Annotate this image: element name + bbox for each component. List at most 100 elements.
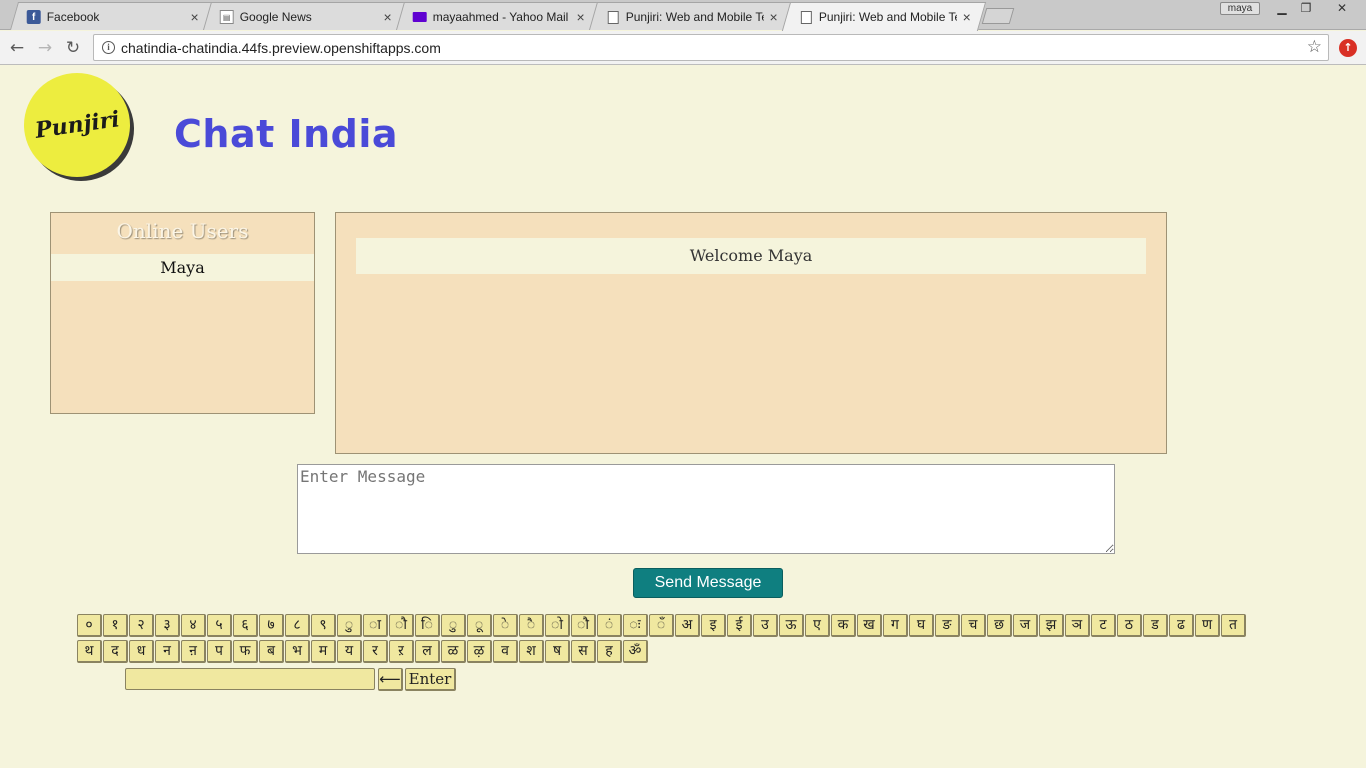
keyboard-key[interactable]: ु xyxy=(337,614,362,637)
extension-icon[interactable]: ↑ xyxy=(1339,39,1357,57)
close-icon[interactable]: × xyxy=(384,9,392,25)
keyboard-key[interactable]: ३ xyxy=(155,614,180,637)
keyboard-key[interactable]: ङ xyxy=(935,614,960,637)
keyboard-key[interactable]: २ xyxy=(129,614,154,637)
keyboard-key[interactable]: क xyxy=(831,614,856,637)
keyboard-key[interactable]: ठ xyxy=(1117,614,1142,637)
keyboard-key[interactable]: अ xyxy=(675,614,700,637)
keyboard-key[interactable]: ध xyxy=(129,640,154,663)
restore-icon[interactable]: ❐ xyxy=(1296,0,1316,18)
keyboard-key[interactable]: ं xyxy=(597,614,622,637)
keyboard-key[interactable]: ि xyxy=(415,614,440,637)
window-close-icon[interactable]: ✕ xyxy=(1322,0,1362,18)
keyboard-key[interactable]: इ xyxy=(701,614,726,637)
keyboard-key[interactable]: ऩ xyxy=(181,640,206,663)
keyboard-key[interactable]: ू xyxy=(467,614,492,637)
keyboard-key[interactable]: ै xyxy=(519,614,544,637)
backspace-key[interactable]: ⟵ xyxy=(378,668,403,691)
keyboard-key[interactable]: ट xyxy=(1091,614,1116,637)
close-icon[interactable]: × xyxy=(191,9,199,25)
back-arrow-icon[interactable]: ← xyxy=(5,36,29,60)
tab-yahoo-mail[interactable]: mayaahmed - Yahoo Mail × xyxy=(395,2,601,30)
keyboard-key[interactable]: ८ xyxy=(285,614,310,637)
keyboard-key[interactable]: ो xyxy=(545,614,570,637)
keyboard-key[interactable]: ड xyxy=(1143,614,1168,637)
keyboard-key[interactable]: ७ xyxy=(259,614,284,637)
tab-facebook[interactable]: f Facebook × xyxy=(9,2,215,30)
keyboard-key[interactable]: ु xyxy=(441,614,466,637)
keyboard-key[interactable]: ६ xyxy=(233,614,258,637)
keyboard-key[interactable]: े xyxy=(493,614,518,637)
keyboard-key[interactable]: ए xyxy=(805,614,830,637)
forward-arrow-icon[interactable]: → xyxy=(33,36,57,60)
keyboard-key[interactable]: घ xyxy=(909,614,934,637)
keyboard-key[interactable]: ब xyxy=(259,640,284,663)
tab-title: mayaahmed - Yahoo Mail xyxy=(432,9,569,24)
keyboard-key[interactable]: स xyxy=(571,640,596,663)
keyboard-key[interactable]: ४ xyxy=(181,614,206,637)
keyboard-key[interactable]: व xyxy=(493,640,518,663)
tab-punjiri-active[interactable]: Punjiri: Web and Mobile Te × xyxy=(781,2,987,31)
keyboard-key[interactable]: न xyxy=(155,640,180,663)
keyboard-key[interactable]: ञ xyxy=(1065,614,1090,637)
keyboard-key[interactable]: ख xyxy=(857,614,882,637)
keyboard-key[interactable]: ह xyxy=(597,640,622,663)
keyboard-key[interactable]: १ xyxy=(103,614,128,637)
close-icon[interactable]: × xyxy=(770,9,778,25)
minimize-icon[interactable]: ▁ xyxy=(1272,0,1292,18)
keyboard-key[interactable]: झ xyxy=(1039,614,1064,637)
keyboard-key[interactable]: ण xyxy=(1195,614,1220,637)
keyboard-key[interactable]: म xyxy=(311,640,336,663)
tab-google-news[interactable]: ▤ Google News × xyxy=(202,2,408,30)
keyboard-key[interactable]: उ xyxy=(753,614,778,637)
keyboard-key[interactable]: ॐ xyxy=(623,640,648,663)
tab-punjiri-1[interactable]: Punjiri: Web and Mobile Te × xyxy=(588,2,794,30)
keyboard-key[interactable]: ष xyxy=(545,640,570,663)
close-icon[interactable]: × xyxy=(963,9,971,25)
keyboard-key[interactable]: ौ xyxy=(571,614,596,637)
keyboard-key[interactable]: द xyxy=(103,640,128,663)
enter-key[interactable]: Enter xyxy=(405,668,456,691)
keyboard-key[interactable]: ९ xyxy=(311,614,336,637)
address-bar[interactable]: i chatindia-chatindia.44fs.preview.opens… xyxy=(93,34,1329,61)
keyboard-key[interactable]: र xyxy=(363,640,388,663)
profile-button[interactable]: maya xyxy=(1220,2,1260,15)
message-input[interactable] xyxy=(297,464,1115,554)
close-icon[interactable]: × xyxy=(577,9,585,25)
keyboard-key[interactable]: ऴ xyxy=(467,640,492,663)
tab-title: Punjiri: Web and Mobile Te xyxy=(625,9,764,24)
keyboard-key[interactable]: ऱ xyxy=(389,640,414,663)
keyboard-key[interactable]: ० xyxy=(77,614,102,637)
keyboard-key[interactable]: ा xyxy=(363,614,388,637)
keyboard-key[interactable]: ज xyxy=(1013,614,1038,637)
keyboard-key[interactable]: ढ xyxy=(1169,614,1194,637)
keyboard-key[interactable]: ँ xyxy=(649,614,674,637)
keyboard-key[interactable]: ः xyxy=(623,614,648,637)
keyboard-key[interactable]: फ xyxy=(233,640,258,663)
keyboard-key[interactable]: ल xyxy=(415,640,440,663)
user-list-item[interactable]: Maya xyxy=(51,254,314,281)
keyboard-row-1: ० १ २ ३ ४ ५ ६ ७ ८ ९ुाौिुूेैोौंःँ अ इ ई उ ऊ ए क ख ग घ ङ च छ ज झ ञ ट… xyxy=(77,614,1247,638)
new-tab-button[interactable] xyxy=(981,8,1015,24)
url-text[interactable]: chatindia-chatindia.44fs.preview.openshi… xyxy=(121,40,441,56)
keyboard-key[interactable]: ौ xyxy=(389,614,414,637)
keyboard-key[interactable]: ग xyxy=(883,614,908,637)
reload-icon[interactable]: ↻ xyxy=(61,36,85,60)
keyboard-key[interactable]: प xyxy=(207,640,232,663)
send-message-button[interactable]: Send Message xyxy=(633,568,783,598)
keyboard-key[interactable]: छ xyxy=(987,614,1012,637)
keyboard-key[interactable]: त xyxy=(1221,614,1246,637)
keyboard-key[interactable]: ळ xyxy=(441,640,466,663)
keyboard-key[interactable]: ऊ xyxy=(779,614,804,637)
tab-strip: f Facebook × ▤ Google News × mayaahmed -… xyxy=(0,0,1366,31)
keyboard-key[interactable]: च xyxy=(961,614,986,637)
keyboard-key[interactable]: ई xyxy=(727,614,752,637)
keyboard-key[interactable]: श xyxy=(519,640,544,663)
keyboard-text-field[interactable] xyxy=(125,668,375,690)
info-icon[interactable]: i xyxy=(102,41,115,54)
bookmark-star-icon[interactable]: ☆ xyxy=(1307,37,1322,57)
keyboard-key[interactable]: थ xyxy=(77,640,102,663)
keyboard-key[interactable]: ५ xyxy=(207,614,232,637)
keyboard-key[interactable]: य xyxy=(337,640,362,663)
keyboard-key[interactable]: भ xyxy=(285,640,310,663)
